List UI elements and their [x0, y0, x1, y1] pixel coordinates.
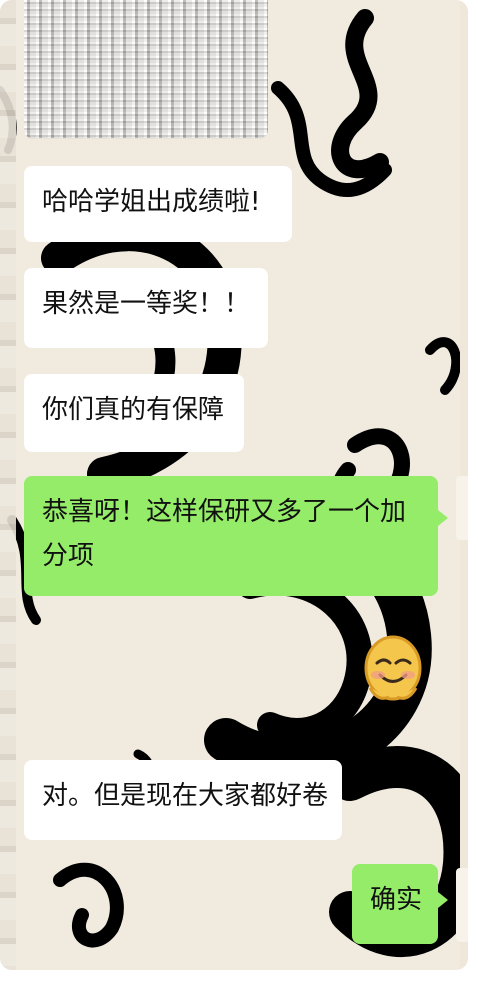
- message-bubble[interactable]: 果然是一等奖！！: [24, 268, 268, 348]
- message-tail: [438, 892, 448, 908]
- chat-screen: 哈哈学姐出成绩啦! 果然是一等奖！！ 你们真的有保障 恭喜呀！这样保研又多了一个…: [0, 0, 468, 970]
- message-bubble[interactable]: 哈哈学姐出成绩啦!: [24, 166, 292, 242]
- message-bubble[interactable]: 对。但是现在大家都好卷: [24, 760, 342, 840]
- avatar-placeholder: [456, 868, 468, 942]
- message-bubble[interactable]: 确实: [352, 864, 438, 944]
- left-edge-strip: [0, 0, 16, 970]
- avatar-placeholder: [456, 476, 468, 540]
- happy-blush-emoji-icon: [364, 635, 422, 701]
- message-bubble[interactable]: 恭喜呀！这样保研又多了一个加分项: [24, 476, 438, 596]
- shared-image-thumbnail[interactable]: [24, 0, 268, 138]
- message-bubble[interactable]: 你们真的有保障: [24, 374, 244, 452]
- message-tail: [438, 510, 448, 526]
